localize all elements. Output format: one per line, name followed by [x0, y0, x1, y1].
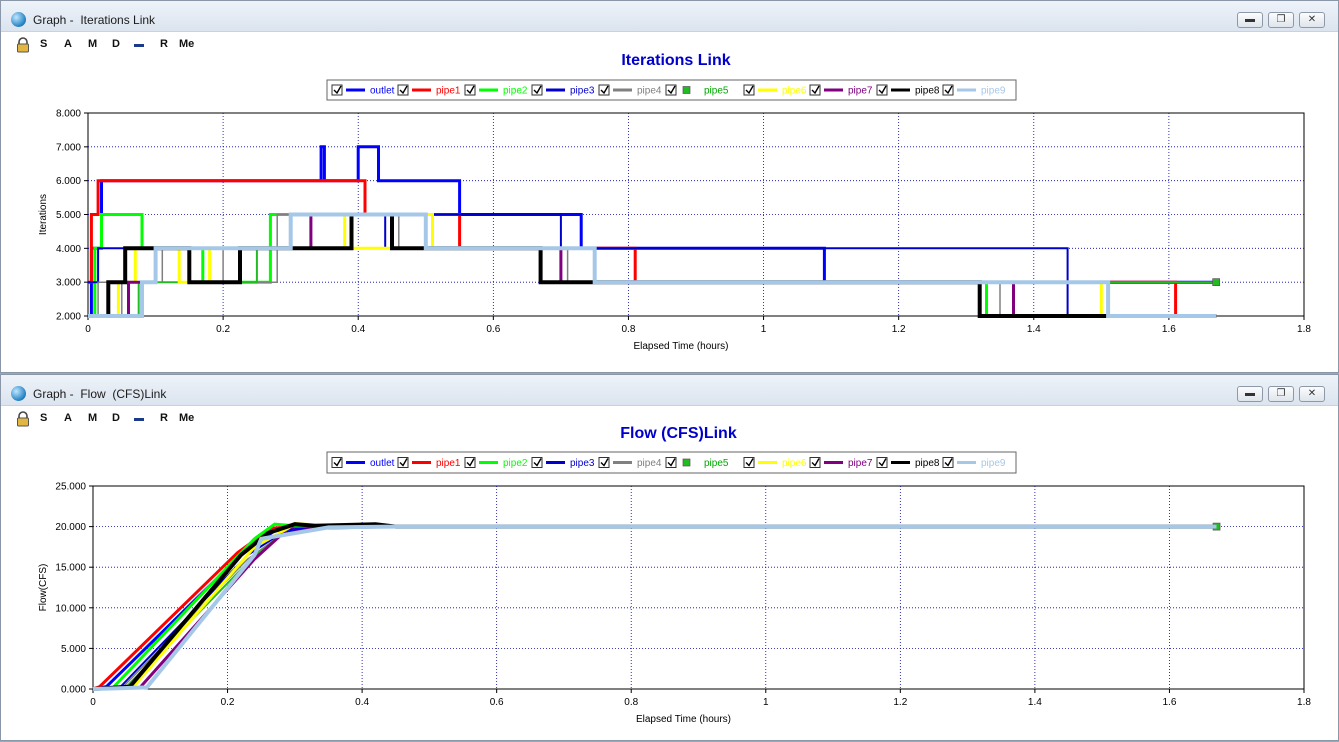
x-tick-label: 1.6 [1162, 697, 1176, 708]
legend-label-pipe2: pipe2 [503, 458, 528, 469]
legend-label-outlet: outlet [370, 86, 395, 97]
legend-label-pipe7: pipe7 [848, 86, 873, 97]
x-tick-label: 0 [90, 697, 96, 708]
iterations-graph-window: Graph - Iterations Link ▬ ❐ ✕ S A M D R … [0, 0, 1339, 373]
y-tick-label: 8.000 [56, 109, 81, 120]
legend-label-pipe1: pipe1 [436, 86, 461, 97]
x-tick-label: 0.4 [355, 697, 369, 708]
x-tick-label: 0.6 [486, 324, 500, 335]
y-axis-label: Flow(CFS) [38, 564, 49, 612]
legend-label-pipe8: pipe8 [915, 86, 940, 97]
y-tick-label: 0.000 [61, 685, 86, 696]
iterations-chart: Iterations Link outlet pipe1 pipe2 pipe3 pipe… [38, 52, 1311, 352]
chart-legend: outlet pipe1 pipe2 pipe3 pipe4 pipe5 pipe6 pipe… [326, 451, 1017, 474]
x-tick-label: 1.8 [1297, 697, 1311, 708]
y-tick-label: 20.000 [55, 522, 86, 533]
flow-graph-window: Graph - Flow (CFS)Link ▬ ❐ ✕ S A M D R M… [0, 374, 1339, 741]
chart-title: Iterations Link [621, 52, 730, 69]
legend-swatch-pipe5 [682, 86, 691, 94]
y-tick-label: 5.000 [56, 210, 81, 221]
x-tick-label: 1.4 [1027, 324, 1041, 335]
legend-label-outlet: outlet [370, 458, 395, 469]
legend-label-pipe7: pipe7 [848, 458, 873, 469]
x-tick-label: 1.2 [892, 324, 906, 335]
y-tick-label: 4.000 [56, 244, 81, 255]
x-tick-label: 1 [761, 324, 767, 335]
y-tick-label: 2.000 [56, 312, 81, 323]
x-tick-label: 0.6 [490, 697, 504, 708]
x-tick-label: 0.2 [221, 697, 235, 708]
chart-title: Flow (CFS)Link [620, 425, 737, 442]
legend-label-pipe2: pipe2 [503, 86, 528, 97]
x-axis-label: Elapsed Time (hours) [633, 341, 728, 352]
legend-label-pipe1: pipe1 [436, 458, 461, 469]
chart-legend: outlet pipe1 pipe2 pipe3 pipe4 pipe5 pipe6 pipe… [326, 79, 1017, 101]
legend-label-pipe5: pipe5 [704, 458, 729, 469]
series-marker-pipe5 [1212, 278, 1221, 287]
x-tick-label: 0.8 [621, 324, 635, 335]
y-tick-label: 6.000 [56, 176, 81, 187]
x-tick-label: 0.8 [624, 697, 638, 708]
legend-label-pipe8: pipe8 [915, 458, 940, 469]
legend-label-pipe3: pipe3 [570, 458, 595, 469]
x-tick-label: 1.6 [1162, 324, 1176, 335]
y-tick-label: 7.000 [56, 142, 81, 153]
x-tick-label: 0.2 [216, 324, 230, 335]
y-tick-label: 5.000 [61, 644, 86, 655]
legend-label-pipe4: pipe4 [637, 458, 662, 469]
x-tick-label: 1.2 [893, 697, 907, 708]
legend-label-pipe3: pipe3 [570, 86, 595, 97]
legend-label-pipe6: pipe6 [782, 86, 807, 97]
x-tick-label: 0.4 [351, 324, 365, 335]
x-tick-label: 0 [85, 324, 91, 335]
legend-label-pipe9: pipe9 [981, 458, 1006, 469]
x-axis-label: Elapsed Time (hours) [636, 714, 731, 725]
legend-label-pipe5: pipe5 [704, 86, 729, 97]
y-tick-label: 3.000 [56, 278, 81, 289]
x-tick-label: 1.4 [1028, 697, 1042, 708]
y-tick-label: 15.000 [55, 563, 86, 574]
x-tick-label: 1 [763, 697, 769, 708]
legend-swatch-pipe5 [682, 458, 691, 467]
plot-area [92, 485, 1305, 690]
legend-label-pipe4: pipe4 [637, 86, 662, 97]
x-tick-label: 1.8 [1297, 324, 1311, 335]
legend-label-pipe9: pipe9 [981, 86, 1006, 97]
legend-label-pipe6: pipe6 [782, 458, 807, 469]
y-tick-label: 25.000 [55, 482, 86, 493]
y-tick-label: 10.000 [55, 603, 86, 614]
y-axis-label: Iterations [38, 194, 49, 235]
flow-chart: Flow (CFS)Link outlet pipe1 pipe2 pipe3 pipe4… [38, 425, 1311, 725]
